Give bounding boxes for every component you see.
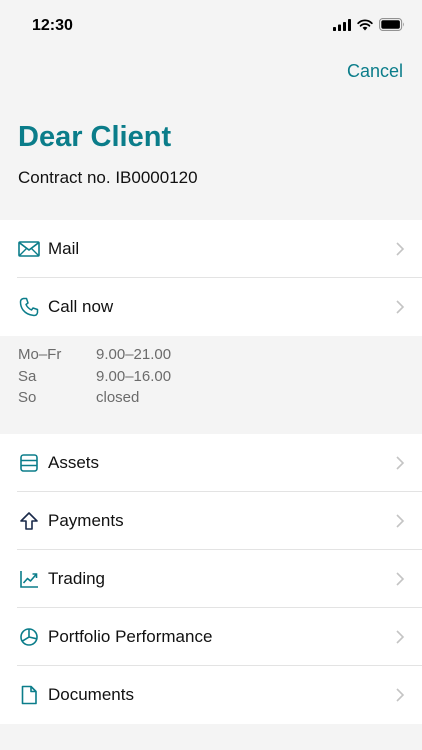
chevron-right-icon — [396, 242, 405, 256]
call-now-label: Call now — [48, 297, 114, 316]
menu-item-assets[interactable]: Assets — [0, 434, 422, 492]
menu-item-label: Portfolio Performance — [48, 627, 213, 646]
menu-item-label: Trading — [48, 569, 106, 588]
cancel-button[interactable]: Cancel — [347, 61, 403, 82]
mail-icon — [18, 238, 40, 260]
chevron-right-icon — [396, 630, 405, 644]
page-title: Dear Client — [18, 121, 172, 153]
contact-list: Mail Call now — [0, 220, 422, 336]
mail-label: Mail — [48, 239, 80, 258]
menu-item-documents[interactable]: Documents — [0, 666, 422, 724]
menu-item-label: Payments — [48, 511, 124, 530]
chevron-right-icon — [396, 572, 405, 586]
contract-number: Contract no. IB0000120 — [18, 168, 198, 187]
status-time: 12:30 — [32, 17, 73, 34]
menu-item-trading[interactable]: Trading — [0, 550, 422, 608]
wifi-icon — [357, 18, 373, 30]
hours-day: So — [18, 389, 37, 406]
signal-icon — [333, 18, 351, 31]
document-icon — [18, 684, 40, 706]
chevron-right-icon — [396, 456, 405, 470]
hours-day: Mo–Fr — [18, 346, 62, 363]
chart-icon — [18, 568, 40, 590]
pie-chart-icon — [18, 626, 40, 648]
chevron-right-icon — [396, 688, 405, 702]
chevron-right-icon — [396, 514, 405, 528]
call-now-row[interactable]: Call now — [0, 278, 422, 336]
status-bar: 12:30 — [0, 0, 422, 52]
hours-day: Sa — [18, 368, 37, 385]
menu-list: Assets Payments Trading Portfolio Perfor… — [0, 434, 422, 724]
hours-time: closed — [96, 389, 140, 406]
hours-time: 9.00–21.00 — [96, 346, 172, 363]
menu-item-portfolio-performance[interactable]: Portfolio Performance — [0, 608, 422, 666]
menu-item-label: Assets — [48, 453, 100, 472]
menu-item-payments[interactable]: Payments — [0, 492, 422, 550]
mail-row[interactable]: Mail — [0, 220, 422, 278]
assets-icon — [18, 452, 40, 474]
phone-icon — [18, 296, 40, 318]
battery-icon — [379, 18, 404, 31]
opening-hours: Mo–Fr 9.00–21.00 Sa 9.00–16.00 So closed — [0, 336, 422, 434]
hours-time: 9.00–16.00 — [96, 368, 172, 385]
arrow-up-icon — [18, 510, 40, 532]
chevron-right-icon — [396, 300, 405, 314]
menu-item-label: Documents — [48, 685, 134, 704]
status-icons — [333, 18, 405, 31]
